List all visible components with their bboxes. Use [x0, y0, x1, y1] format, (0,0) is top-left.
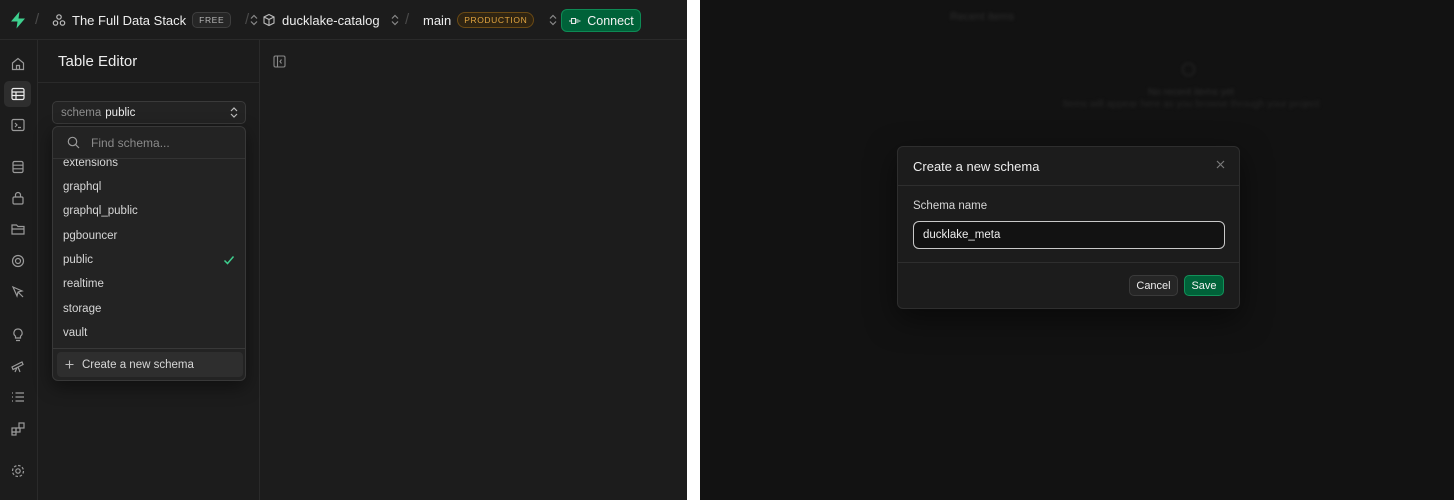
- home-icon: [11, 57, 24, 71]
- logs-icon: [11, 392, 24, 402]
- schema-item-label: graphql_public: [63, 205, 138, 217]
- sql-editor-icon: [10, 118, 25, 132]
- recent-items-heading: Recent items: [950, 11, 1015, 23]
- breadcrumb-separator: /: [35, 11, 40, 28]
- project-selector[interactable]: ducklake-catalog: [262, 0, 400, 40]
- nav-database[interactable]: [4, 154, 31, 180]
- divider: [53, 348, 245, 349]
- table-editor-main: [261, 40, 687, 500]
- schema-item-label: realtime: [63, 278, 104, 290]
- org-selector[interactable]: The Full Data Stack FREE: [52, 0, 259, 40]
- schema-name-label: Schema name: [913, 200, 988, 212]
- nav-storage[interactable]: [4, 216, 31, 242]
- nav-edge-functions[interactable]: [4, 279, 31, 305]
- supabase-logo-icon[interactable]: [8, 10, 28, 30]
- schema-item-label: storage: [63, 303, 102, 315]
- schema-search: [53, 127, 245, 159]
- empty-state-subtitle: Items will appear here as you browse thr…: [1062, 99, 1320, 110]
- chevron-updown-icon[interactable]: [390, 14, 400, 26]
- plug-icon: [569, 17, 581, 24]
- dialog-title: Create a new schema: [913, 159, 1040, 174]
- clock-icon: [1182, 63, 1195, 76]
- advisors-icon: [12, 328, 23, 342]
- branch-selector[interactable]: main PRODUCTION: [423, 0, 558, 40]
- project-name: ducklake-catalog: [282, 12, 380, 28]
- schema-item-label: pgbouncer: [63, 230, 118, 242]
- nav-integrations[interactable]: [4, 416, 31, 442]
- realtime-icon: [11, 254, 24, 268]
- settings-icon: [11, 464, 24, 478]
- table-editor-icon: [10, 87, 25, 101]
- breadcrumb-separator: /: [405, 11, 410, 28]
- table-editor-sidebar: Table Editor schema public extensions gr…: [38, 40, 260, 500]
- nav-advisors[interactable]: [4, 322, 31, 348]
- storage-icon: [10, 224, 25, 235]
- sidebar-collapse-icon[interactable]: [273, 55, 286, 68]
- create-schema-button[interactable]: Create a new schema: [57, 352, 243, 377]
- schema-item-label: graphql: [63, 181, 102, 193]
- schema-list: extensions graphql graphql_public pgboun…: [53, 159, 245, 347]
- schema-item-public[interactable]: public: [53, 248, 245, 272]
- schema-item-realtime[interactable]: realtime: [53, 272, 245, 296]
- page-title: Table Editor: [58, 53, 138, 70]
- plan-badge: FREE: [192, 12, 232, 28]
- top-bar: / The Full Data Stack FREE / ducklake-ca…: [0, 0, 687, 40]
- nav-home[interactable]: [4, 51, 31, 77]
- create-schema-dialog: Create a new schema Schema name Cancel S…: [897, 146, 1240, 309]
- search-icon: [67, 136, 80, 149]
- chevron-updown-icon: [230, 107, 238, 118]
- schema-item-storage[interactable]: storage: [53, 297, 245, 321]
- schema-item-extensions[interactable]: extensions: [53, 159, 245, 175]
- nav-rail: [0, 40, 38, 500]
- nav-reports[interactable]: [4, 353, 31, 379]
- plus-icon: [65, 360, 74, 369]
- left-screenshot: / The Full Data Stack FREE / ducklake-ca…: [0, 0, 687, 500]
- schema-select-label: schema: [61, 106, 102, 119]
- org-icon: [52, 14, 66, 26]
- check-icon: [223, 256, 235, 265]
- panel-gap: [687, 0, 700, 502]
- schema-item-pgbouncer[interactable]: pgbouncer: [53, 224, 245, 248]
- schema-item-graphql[interactable]: graphql: [53, 175, 245, 199]
- schema-search-input[interactable]: [91, 134, 239, 152]
- schema-item-graphql-public[interactable]: graphql_public: [53, 199, 245, 223]
- schema-item-vault[interactable]: vault: [53, 321, 245, 345]
- nav-logs[interactable]: [4, 384, 31, 410]
- breadcrumb-separator: /: [245, 11, 250, 28]
- nav-auth[interactable]: [4, 185, 31, 211]
- nav-table-editor[interactable]: [4, 81, 31, 107]
- project-box-icon: [263, 13, 275, 27]
- schema-dropdown: extensions graphql graphql_public pgboun…: [52, 126, 246, 381]
- schema-select[interactable]: schema public: [52, 101, 246, 124]
- cancel-button[interactable]: Cancel: [1129, 275, 1178, 296]
- save-button[interactable]: Save: [1184, 275, 1224, 296]
- nav-realtime[interactable]: [4, 248, 31, 274]
- connect-label: Connect: [587, 13, 634, 28]
- org-name: The Full Data Stack: [72, 12, 187, 28]
- connect-button[interactable]: Connect: [561, 9, 641, 32]
- auth-icon: [11, 191, 24, 205]
- chevron-updown-icon[interactable]: [548, 14, 558, 26]
- right-screenshot: Recent items No recent items yet Items w…: [700, 0, 1454, 500]
- schema-select-value: public: [105, 106, 136, 119]
- integrations-icon: [10, 422, 25, 436]
- nav-sql-editor[interactable]: [4, 112, 31, 138]
- branch-name: main: [423, 12, 452, 28]
- schema-item-label: public: [63, 254, 94, 266]
- chevron-updown-icon[interactable]: [249, 14, 259, 26]
- divider: [898, 262, 1239, 263]
- empty-state-title: No recent items yet: [1147, 87, 1235, 98]
- schema-name-input[interactable]: [913, 221, 1225, 249]
- create-schema-label: Create a new schema: [82, 358, 194, 371]
- close-icon[interactable]: [1216, 160, 1225, 169]
- schema-item-label: vault: [63, 327, 88, 339]
- nav-settings[interactable]: [4, 458, 31, 484]
- edge-functions-icon: [11, 285, 24, 298]
- reports-icon: [10, 361, 24, 373]
- schema-item-label: extensions: [63, 159, 118, 169]
- dialog-header: Create a new schema: [898, 147, 1239, 186]
- divider: [38, 82, 260, 83]
- production-badge: PRODUCTION: [457, 12, 535, 28]
- database-icon: [11, 160, 24, 174]
